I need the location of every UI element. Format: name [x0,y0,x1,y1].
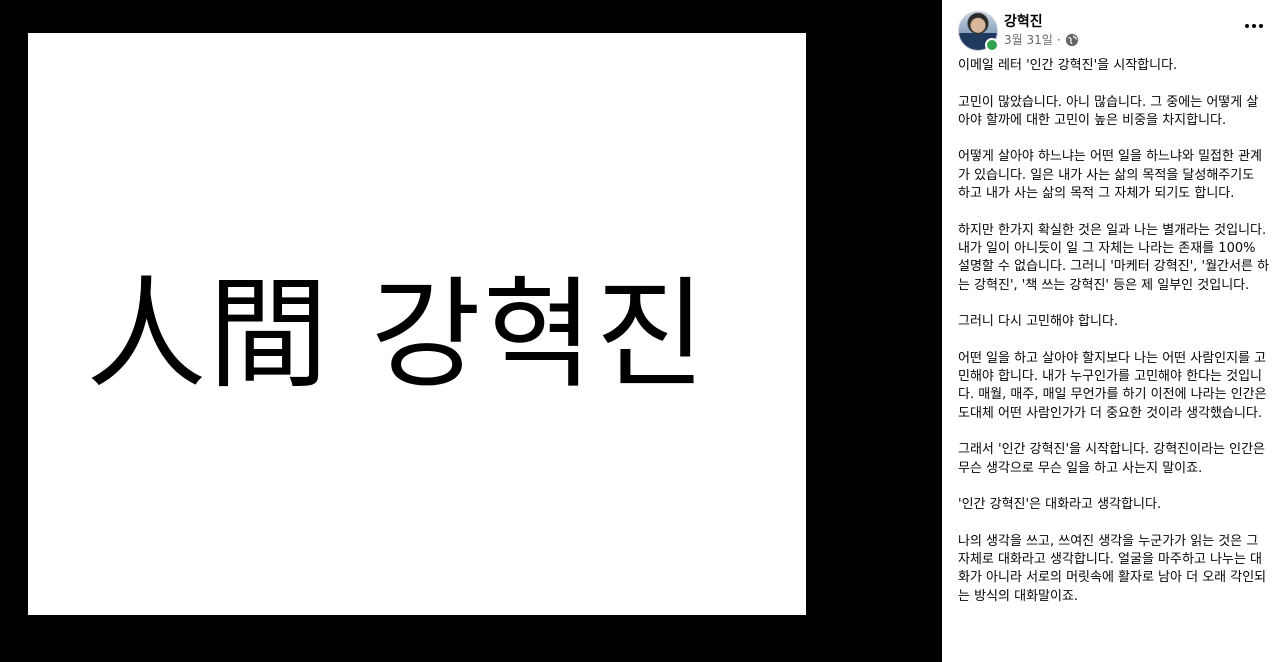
more-dots-icon [1245,24,1263,28]
photo-title-text: 人間 강혁진 [86,266,708,405]
post-paragraph: 어떤 일을 하고 살아야 할지보다 나는 어떤 사람인지를 고민해야 합니다. … [958,350,1267,421]
post-paragraph: 이메일 레터 '인간 강혁진'을 시작합니다. [958,58,1178,73]
post-paragraph: 그래서 '인간 강혁진'을 시작합니다. 강혁진이라는 인간은 무슨 생각으로 … [958,442,1266,476]
more-options-button[interactable] [1242,18,1266,34]
post-paragraph: 고민이 많았습니다. 아니 많습니다. 그 중에는 어떻게 살아야 할까에 대한… [958,94,1259,128]
photo-viewer: 人間 강혁진 [0,0,942,662]
post-paragraph: '인간 강혁진'은 대화라고 생각합니다. [958,497,1162,513]
post-photo[interactable]: 人間 강혁진 [28,33,806,615]
globe-icon[interactable] [1065,33,1079,47]
online-status-dot [985,38,999,52]
author-name[interactable]: 강혁진 [1004,11,1043,31]
post-paragraph: 그러니 다시 고민해야 합니다. [958,314,1119,330]
post-date[interactable]: 3월 31일 [1004,31,1053,48]
post-paragraph: 어떻게 살아야 하느냐는 어떤 일을 하느냐와 밀접한 관계가 있습니다. 일은… [958,149,1263,202]
post-paragraph: 하지만 한가지 확실한 것은 일과 나는 별개라는 것입니다. 내가 일이 아니… [958,222,1270,293]
post-side-panel: 강혁진 3월 31일 · 이메일 레터 '인간 강혁진'을 시작합니다. 고민이… [942,0,1280,662]
post-meta: 3월 31일 · [1004,31,1079,48]
post-header: 강혁진 3월 31일 · [942,0,1280,52]
post-paragraph: 나의 생각을 쓰고, 쓰여진 생각을 누군가가 읽는 것은 그 자체로 대화라고… [958,533,1267,604]
post-body: 이메일 레터 '인간 강혁진'을 시작합니다. 고민이 많았습니다. 아니 많습… [958,57,1270,624]
meta-separator: · [1056,32,1061,47]
